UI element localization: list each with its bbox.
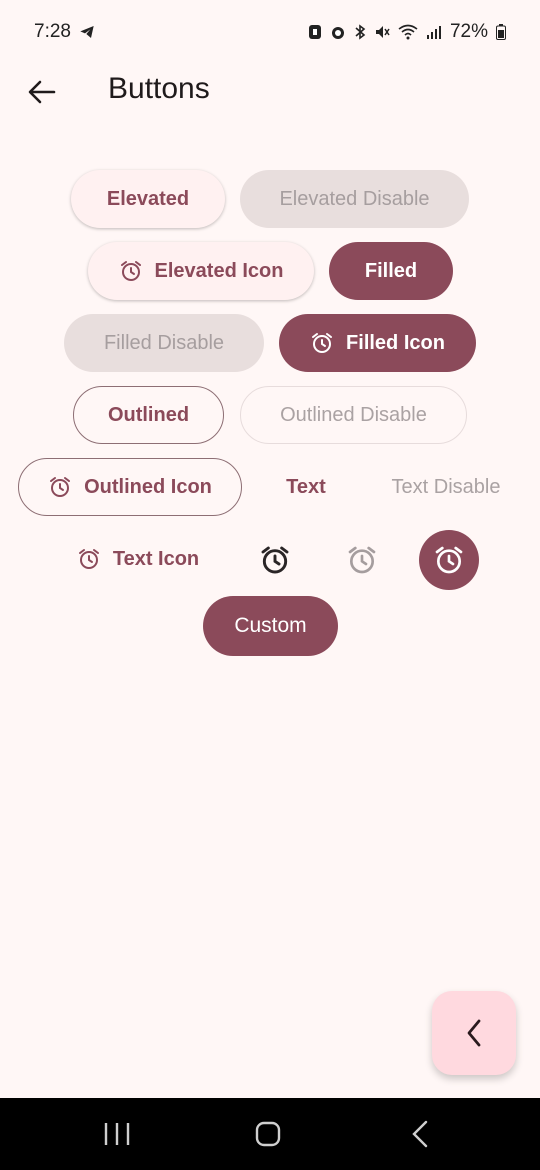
- recent-apps-icon: [104, 1123, 130, 1145]
- signal-icon: [426, 26, 441, 39]
- outlined-icon-label: Outlined Icon: [84, 475, 212, 498]
- text-button-label: Text: [286, 475, 326, 498]
- chevron-left-icon: [467, 1019, 481, 1047]
- text-disable-label: Text Disable: [391, 475, 501, 498]
- outlined-icon-button[interactable]: Outlined Icon: [18, 458, 242, 516]
- elevated-button-label: Elevated: [106, 187, 190, 210]
- alarm-status-icon: [331, 27, 344, 39]
- icon-button-filled[interactable]: [419, 530, 479, 590]
- alarm-icon: [312, 333, 333, 353]
- custom-button[interactable]: Custom: [203, 596, 338, 656]
- battery-percent: 72%: [449, 21, 488, 42]
- back-fab[interactable]: [432, 991, 516, 1075]
- wifi-icon: [398, 24, 418, 40]
- status-left: 7:28: [34, 21, 95, 43]
- filled-disable-button[interactable]: Filled Disable: [64, 314, 264, 372]
- battery-icon: [496, 24, 506, 40]
- home-icon: [255, 1121, 281, 1147]
- filled-button-label: Filled: [364, 259, 418, 282]
- back-nav-icon: [412, 1120, 428, 1148]
- page-title: Buttons: [108, 72, 210, 105]
- mute-icon: [375, 26, 390, 38]
- back-button[interactable]: [26, 78, 58, 106]
- elevated-disable-button[interactable]: Elevated Disable: [240, 170, 469, 228]
- custom-button-label: Custom: [234, 614, 307, 637]
- alarm-icon: [50, 477, 71, 497]
- outlined-disable-label: Outlined Disable: [280, 403, 427, 426]
- bluetooth-icon: [355, 24, 366, 40]
- system-nav-bar: [0, 1098, 540, 1170]
- alarm-icon: [78, 549, 99, 569]
- alarm-icon: [435, 546, 463, 574]
- outlined-disable-button[interactable]: Outlined Disable: [240, 386, 467, 444]
- elevated-icon-button[interactable]: Elevated Icon: [88, 242, 314, 300]
- icon-button-disabled[interactable]: [332, 530, 392, 590]
- alarm-icon: [348, 546, 376, 574]
- status-bar: 7:28 72%: [0, 0, 540, 64]
- filled-icon-label: Filled Icon: [346, 331, 445, 354]
- elevated-icon-label: Elevated Icon: [154, 259, 284, 282]
- elevated-disable-label: Elevated Disable: [279, 187, 430, 210]
- text-icon-button[interactable]: Text Icon: [62, 530, 214, 588]
- arrow-back-icon: [28, 80, 56, 104]
- outlined-button[interactable]: Outlined: [73, 386, 224, 444]
- text-icon-label: Text Icon: [112, 547, 200, 570]
- alarm-icon: [261, 546, 289, 574]
- filled-icon-button[interactable]: Filled Icon: [279, 314, 476, 372]
- status-right: 72%: [308, 21, 506, 43]
- text-button[interactable]: Text: [266, 458, 346, 516]
- app-bar: Buttons: [0, 64, 540, 120]
- recent-apps-button[interactable]: [97, 1120, 137, 1148]
- notification-icon: [308, 25, 321, 39]
- telegram-icon: [80, 26, 94, 38]
- outlined-button-label: Outlined: [107, 403, 190, 426]
- elevated-button[interactable]: Elevated: [71, 170, 225, 228]
- system-back-button[interactable]: [400, 1120, 440, 1148]
- text-disable-button[interactable]: Text Disable: [370, 458, 522, 516]
- filled-button[interactable]: Filled: [329, 242, 453, 300]
- home-button[interactable]: [248, 1120, 288, 1148]
- status-time: 7:28: [34, 21, 71, 42]
- filled-disable-label: Filled Disable: [103, 331, 225, 354]
- icon-button[interactable]: [245, 530, 305, 590]
- alarm-icon: [120, 261, 141, 281]
